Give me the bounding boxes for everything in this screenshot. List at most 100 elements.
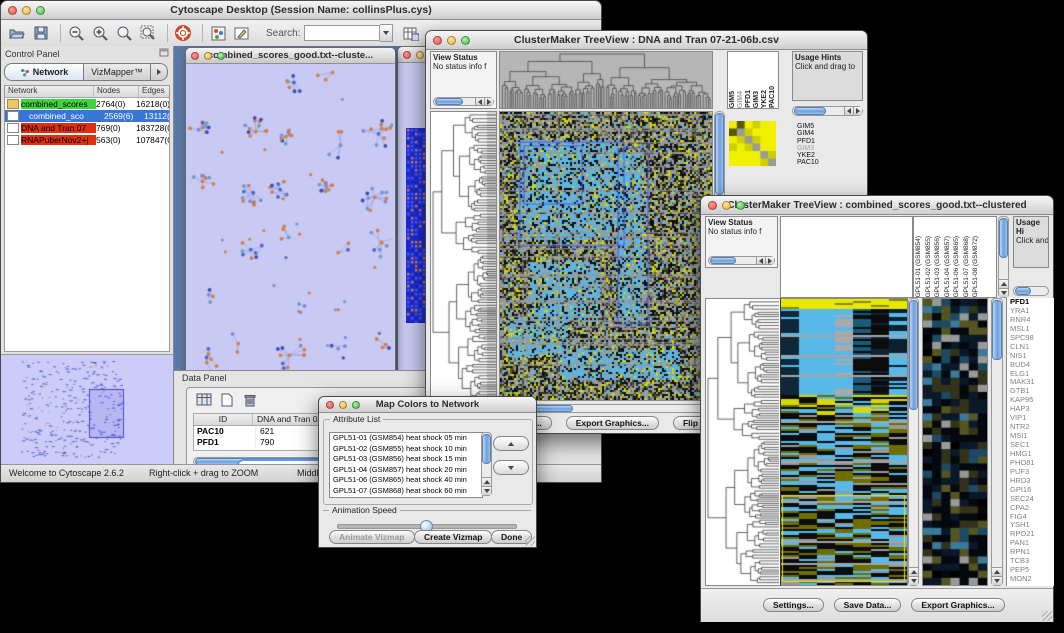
tv1-heatmap[interactable]	[499, 111, 713, 401]
array-label[interactable]: PFD1	[745, 90, 753, 108]
animate-vizmap-button[interactable]: Animate Vizmap	[329, 530, 415, 544]
network-row[interactable]: combined_scores 2764(0) 16218(0)	[5, 98, 169, 110]
gene-label[interactable]: GIM3	[797, 145, 819, 152]
zoom-button[interactable]	[217, 52, 225, 60]
move-down-button[interactable]	[493, 460, 529, 475]
close-button[interactable]	[326, 401, 334, 409]
network-row[interactable]: RNAPuberNov2+| 563(0) 107847(0)	[5, 134, 169, 146]
scroll-up-icon[interactable]	[909, 567, 918, 577]
gene-label[interactable]: MON2	[1010, 575, 1054, 584]
animation-speed-slider[interactable]	[337, 524, 517, 529]
resize-grip[interactable]	[1042, 611, 1052, 621]
tv1-action-button[interactable]: Export Graphics...	[566, 416, 659, 430]
scroll-up-icon[interactable]	[992, 567, 1002, 577]
minimize-button[interactable]	[204, 52, 212, 60]
array-label[interactable]: GPL51-04 (GSM857)	[944, 236, 954, 297]
delete-attribute-icon[interactable]	[241, 392, 258, 407]
attribute-item[interactable]: GPL51-06 (GSM865) heat shock 40 min	[330, 475, 482, 486]
open-session-icon[interactable]	[7, 23, 27, 43]
tv2-array-labels[interactable]: GPL51-01 (GSM854)GPL51-02 (GSM855)GPL51-…	[913, 216, 997, 298]
network-row[interactable]: combined_sco 2569(6) 13112(15)	[5, 110, 169, 122]
select-attributes-icon[interactable]	[195, 392, 212, 407]
minimize-button[interactable]	[447, 36, 456, 45]
annotation-icon[interactable]	[232, 23, 252, 43]
array-label[interactable]: GIM3	[753, 91, 761, 108]
minimize-button[interactable]	[22, 6, 31, 15]
close-button[interactable]	[708, 201, 717, 210]
gene-label[interactable]: GIM4	[797, 130, 819, 137]
tv1-column-dendrogram[interactable]	[499, 51, 713, 109]
zoom-button[interactable]	[36, 6, 45, 15]
gene-label[interactable]: GIM5	[797, 123, 819, 130]
scroll-down-icon[interactable]	[909, 577, 918, 585]
attribute-listbox[interactable]: GPL51-01 (GSM854) heat shock 05 minGPL51…	[329, 432, 483, 498]
tv2-action-button[interactable]: Save Data...	[834, 598, 902, 612]
scroll-left-icon[interactable]	[756, 257, 766, 264]
zoom-button[interactable]	[352, 401, 360, 409]
array-label[interactable]: GIM4	[737, 91, 745, 108]
scroll-down-icon[interactable]	[482, 487, 491, 495]
gene-label[interactable]: YKE2	[797, 152, 819, 159]
tv1-zoom-hscrollbar[interactable]	[792, 106, 863, 116]
search-dropdown-icon[interactable]	[380, 24, 393, 42]
minimize-button[interactable]	[722, 201, 731, 210]
network-row[interactable]: DNA and Tran 07 769(0) 183728(0)	[5, 122, 169, 134]
tab-overflow-button[interactable]	[151, 63, 168, 81]
tab-network[interactable]: Network	[4, 63, 84, 81]
array-label[interactable]: GPL51-03 (GSM856)	[934, 236, 944, 297]
float-panel-icon[interactable]	[159, 48, 169, 59]
tv2-vscrollbar[interactable]	[908, 298, 919, 586]
close-button[interactable]	[8, 6, 17, 15]
tv2-heatmap[interactable]	[780, 298, 908, 586]
zoom-button[interactable]	[736, 201, 745, 210]
tv2-zoom-hscrollbar[interactable]	[1013, 286, 1049, 296]
tab-vizmapper[interactable]: VizMapper™	[84, 63, 151, 81]
save-session-icon[interactable]	[31, 23, 51, 43]
close-button[interactable]	[403, 51, 411, 59]
new-attribute-icon[interactable]	[218, 392, 235, 407]
zoom-fit-icon[interactable]	[138, 23, 158, 43]
array-label[interactable]: GPL51-08 (GSM872)	[972, 236, 982, 297]
close-button[interactable]	[191, 52, 199, 60]
array-label[interactable]: GPL51-01 (GSM854)	[915, 236, 925, 297]
close-button[interactable]	[433, 36, 442, 45]
main-titlebar[interactable]: Cytoscape Desktop (Session Name: collins…	[1, 1, 601, 20]
attribute-item[interactable]: GPL51-01 (GSM854) heat shock 05 min	[330, 433, 482, 444]
scroll-down-icon[interactable]	[999, 289, 1008, 297]
tv2-column-dendrogram[interactable]	[780, 216, 913, 298]
tv2-zoom-heatmap[interactable]	[922, 298, 988, 586]
table-import-icon[interactable]	[401, 23, 421, 43]
scroll-left-icon[interactable]	[475, 98, 485, 105]
tv2-row-dendrogram[interactable]	[705, 298, 780, 586]
network-list-header[interactable]: NetworkNodesEdges	[5, 86, 169, 98]
attribute-item[interactable]: GPL51-04 (GSM857) heat shock 20 min	[330, 465, 482, 476]
resize-grip[interactable]	[525, 536, 535, 546]
view-status-hscrollbar[interactable]	[708, 256, 775, 265]
tv2-action-button[interactable]: Settings...	[763, 598, 824, 612]
dialog-titlebar[interactable]: Map Colors to Network	[319, 397, 536, 413]
tv1-zoom-matrix[interactable]	[729, 121, 776, 166]
array-label[interactable]: GPL51-07 (GSM868)	[963, 236, 973, 297]
attribute-item[interactable]: GPL51-02 (GSM855) heat shock 10 min	[330, 444, 482, 455]
minimize-button[interactable]	[339, 401, 347, 409]
network-window-1[interactable]: combined_scores_good.txt--cluste...	[185, 47, 396, 378]
tv2-action-button[interactable]: Export Graphics...	[911, 598, 1004, 612]
scroll-up-icon[interactable]	[482, 477, 491, 487]
move-up-button[interactable]	[493, 436, 529, 451]
scroll-left-icon[interactable]	[844, 107, 854, 115]
network-overview-canvas[interactable]	[1, 355, 169, 461]
scroll-right-icon[interactable]	[766, 257, 774, 264]
zoom-out-icon[interactable]	[66, 23, 86, 43]
tv2-labels-vscrollbar[interactable]	[998, 216, 1009, 298]
attribute-list-vscrollbar[interactable]	[481, 432, 492, 496]
array-label[interactable]: GIM5	[729, 91, 737, 108]
gene-label[interactable]: PAC10	[797, 159, 819, 166]
network-overview-panel[interactable]	[1, 354, 173, 465]
tv2-titlebar[interactable]: ClusterMaker TreeView : combined_scores_…	[701, 196, 1053, 215]
tv2-zoom-vscrollbar[interactable]	[991, 298, 1003, 586]
scroll-down-icon[interactable]	[992, 577, 1002, 585]
search-input[interactable]	[304, 25, 380, 41]
tv1-row-dendrogram[interactable]	[430, 111, 497, 401]
tv1-array-labels[interactable]: GIM5GIM4PFD1GIM3YKE2PAC10	[727, 51, 779, 109]
tv1-gene-list[interactable]: GIM5GIM4PFD1GIM3YKE2PAC10	[797, 123, 819, 167]
